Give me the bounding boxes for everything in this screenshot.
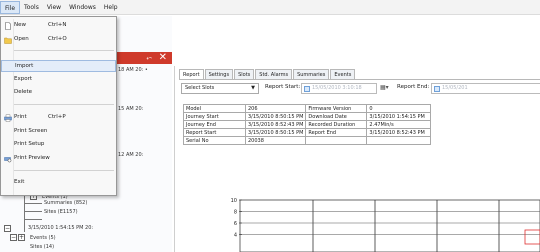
menu-item-open[interactable]: Open Ctrl+O — [1, 34, 116, 46]
tree-expander[interactable]: − — [10, 234, 17, 241]
menu-help[interactable]: Help — [100, 1, 122, 14]
table-row: Journey End 3/15/2010 8:52:43 PM Recorde… — [183, 120, 432, 129]
tree-connector — [24, 219, 42, 220]
menu-separator — [14, 104, 114, 105]
report-end-checkbox[interactable] — [434, 86, 440, 92]
tree-node-events[interactable]: Events (5) — [30, 235, 56, 241]
chart-y-tick-label: 4 — [234, 233, 237, 239]
report-start-label: Report Start: — [265, 84, 301, 90]
table-row: Model 206 Firmware Version 0 — [183, 104, 432, 113]
chart-y-tick-label: 6 — [234, 221, 237, 227]
calendar-icon[interactable]: ▦▾ — [380, 84, 389, 91]
chart-plot-area — [239, 199, 540, 252]
table-cell: Model — [183, 104, 246, 113]
menu-item-print-preview[interactable]: Print Preview — [1, 153, 116, 165]
tree-timestamp: 12 AM 20: — [118, 152, 144, 158]
table-cell: Journey Start — [183, 112, 246, 121]
select-sites-dropdown[interactable]: Select Slots ▼ — [181, 83, 259, 94]
report-start-field[interactable]: 15/05/2010 3:10:18 — [301, 83, 377, 94]
tab-divider — [179, 79, 540, 80]
tree-node-sites[interactable]: Sites (E1157) — [44, 209, 78, 215]
menu-item-print-screen[interactable]: Print Screen — [1, 126, 116, 138]
tab-slots[interactable]: Slots — [234, 69, 255, 79]
menu-bar: File Tools View Windows Help — [0, 0, 540, 15]
report-start-checkbox[interactable] — [304, 86, 310, 92]
close-icon[interactable]: ✕ — [159, 52, 167, 64]
print-preview-icon — [4, 157, 12, 163]
table-row: Serial No 20038 — [183, 136, 432, 145]
tree-timestamp: 18 AM 20: • — [118, 67, 148, 73]
menu-item-print[interactable]: Print Ctrl+P — [1, 112, 116, 124]
tree-connector — [24, 196, 25, 232]
pin-icon[interactable]: ⬿ — [146, 52, 152, 64]
table-cell — [305, 136, 368, 145]
tree-connector — [24, 203, 42, 204]
table-cell: Firmware Version — [305, 104, 368, 113]
table-cell: 3/15/2010 8:50:15 PM — [244, 112, 307, 121]
table-cell: 3/15/2010 8:50:15 PM — [244, 128, 307, 137]
report-end-field[interactable]: 15/05/201 — [431, 83, 540, 94]
table-cell: 3/15/2010 1:54:15 PM — [366, 112, 432, 121]
menu-item-print-setup[interactable]: Print Setup — [1, 139, 116, 151]
report-tabs: Report Settings Slots Std. Alarms Summar… — [179, 69, 356, 79]
table-cell: 20038 — [244, 136, 307, 145]
menu-separator — [14, 50, 114, 51]
journey-info-table: Model 206 Firmware Version 0 Journey Sta… — [183, 104, 432, 145]
chart-y-tick-label: 8 — [234, 210, 237, 216]
table-cell: Serial No — [183, 136, 246, 145]
temperature-chart: 10 8 6 4 — [231, 198, 540, 252]
printer-icon — [4, 114, 12, 122]
tree-expander[interactable]: − — [4, 225, 11, 232]
table-cell: Download Date — [305, 112, 368, 121]
table-cell: 0 — [366, 104, 432, 113]
new-document-icon — [5, 22, 11, 30]
report-end-label: Report End: — [397, 84, 430, 90]
tab-events[interactable]: Events — [330, 69, 356, 79]
table-row: Report Start 3/15/2010 8:50:15 PM Report… — [183, 128, 432, 137]
table-cell: 3/15/2010 8:52:43 PM — [366, 128, 432, 137]
menu-file[interactable]: File — [0, 0, 21, 14]
tab-settings[interactable]: Settings — [204, 69, 234, 79]
menu-item-import[interactable]: Import — [1, 60, 116, 72]
menu-view[interactable]: View — [43, 1, 65, 14]
menu-item-new[interactable]: New Ctrl+N — [1, 20, 116, 32]
table-cell: Report End — [305, 128, 368, 137]
menu-item-delete[interactable]: Delete — [1, 87, 116, 99]
menu-separator — [14, 170, 114, 171]
table-cell: Report Start — [183, 128, 246, 137]
table-cell: 3/15/2010 8:52:43 PM — [244, 120, 307, 129]
dropdown-arrow-icon: ▼ — [251, 85, 255, 91]
menu-windows[interactable]: Windows — [65, 1, 100, 14]
table-cell: 206 — [244, 104, 307, 113]
report-toolbar: Select Slots ▼ Report Start: 15/05/2010 … — [181, 83, 540, 95]
table-row: Journey Start 3/15/2010 8:50:15 PM Downl… — [183, 112, 432, 121]
tree-timestamp: 15 AM 20: — [118, 106, 144, 112]
tab-summaries[interactable]: Summaries — [293, 69, 330, 79]
tree-expander[interactable]: + — [18, 234, 25, 241]
table-cell: Recorded Duration — [305, 120, 368, 129]
table-cell: Journey End — [183, 120, 246, 129]
menu-item-exit[interactable]: Exit — [1, 177, 116, 189]
chart-frame — [239, 199, 540, 252]
menu-item-export[interactable]: Export — [1, 74, 116, 86]
tab-report[interactable]: Report — [179, 69, 204, 79]
open-folder-icon — [4, 37, 12, 44]
menu-tools[interactable]: Tools — [20, 1, 43, 14]
tab-std-alarms[interactable]: Std. Alarms — [255, 69, 293, 79]
tree-node-journey[interactable]: 3/15/2010 1:54:15 PM 20: — [28, 225, 93, 231]
tree-node-summaries[interactable]: Summaries (852) — [44, 200, 87, 206]
table-cell: 2.47Min/s — [366, 120, 432, 129]
file-menu-dropdown: New Ctrl+N Open Ctrl+O Import Export Del… — [0, 16, 117, 196]
chart-y-tick-label: 10 — [231, 198, 237, 204]
tree-node-sites[interactable]: Sites (14) — [30, 244, 54, 250]
tree-connector — [24, 211, 42, 212]
table-cell — [366, 136, 432, 145]
